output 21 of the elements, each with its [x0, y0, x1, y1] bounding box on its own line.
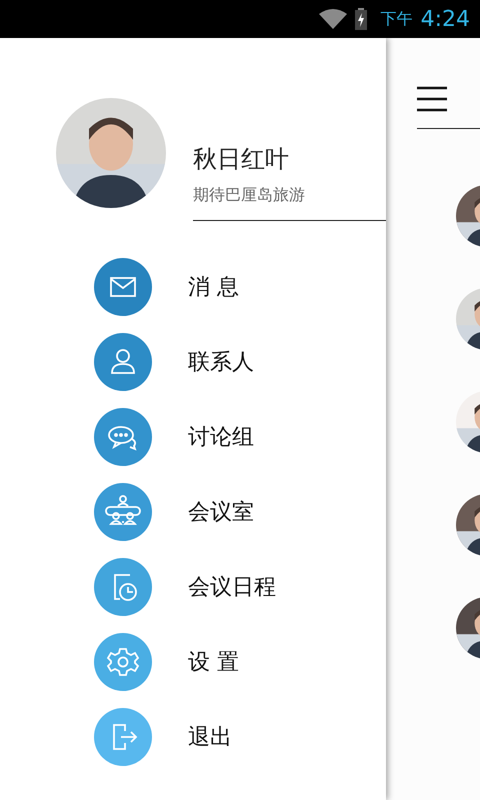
contact-icon[interactable] [94, 333, 152, 391]
exit-icon[interactable] [94, 708, 152, 766]
schedule-icon[interactable] [94, 558, 152, 616]
user-name: 秋日红叶 [193, 144, 290, 175]
time-period: 下午 [380, 8, 413, 30]
menu-item[interactable]: 讨论组 [188, 422, 254, 452]
menu-item[interactable]: 设 置 [188, 647, 239, 677]
menu-item[interactable]: 消 息 [188, 272, 239, 302]
settings-icon[interactable] [94, 633, 152, 691]
battery-icon [354, 8, 367, 30]
clock-time: 4:24 [420, 6, 470, 32]
chat-icon[interactable] [94, 408, 152, 466]
menu-icon[interactable] [417, 86, 447, 112]
meeting-icon[interactable] [94, 483, 152, 541]
user-status: 期待巴厘岛旅游 [193, 185, 306, 206]
mail-icon[interactable] [94, 258, 152, 316]
menu-item[interactable]: 会议室 [188, 497, 254, 527]
wifi-icon [318, 8, 347, 30]
menu-item[interactable]: 退出 [188, 722, 232, 752]
menu-item[interactable]: 会议日程 [188, 572, 276, 602]
menu-item[interactable]: 联系人 [188, 347, 254, 377]
